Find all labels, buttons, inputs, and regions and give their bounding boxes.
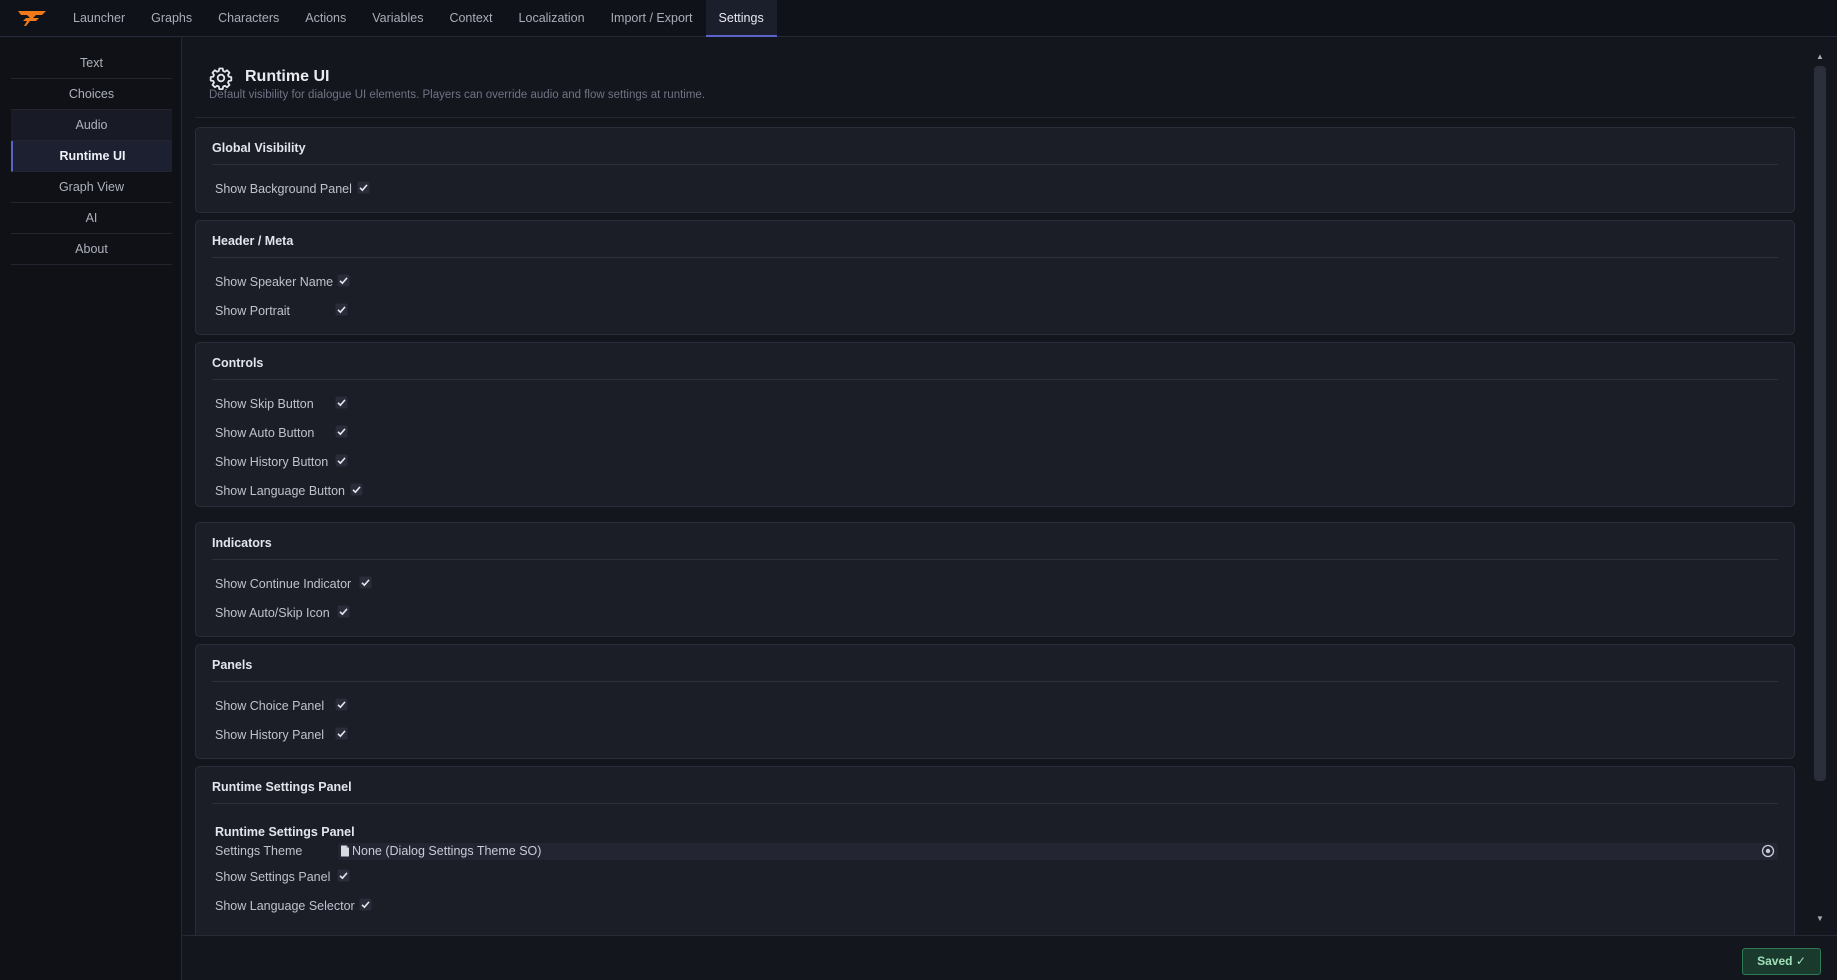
field-label: Show Speaker Name [215,275,334,289]
section-panels: Panels Show Choice Panel Show History Pa… [195,644,1795,759]
section-title: Header / Meta [212,234,294,248]
tab-settings[interactable]: Settings [705,0,777,37]
show-auto-button-checkbox[interactable] [335,425,348,438]
show-portrait-checkbox[interactable] [335,303,348,316]
checkmark-icon: ✓ [1795,954,1806,968]
field-show-language-selector: Show Language Selector [215,897,355,915]
field-show-auto-button: Show Auto Button [215,424,314,442]
field-show-history-button: Show History Button [215,453,328,471]
field-show-continue-indicator: Show Continue Indicator [215,575,351,593]
tab-variables[interactable]: Variables [359,0,436,37]
section-header-meta: Header / Meta Show Speaker Name Show Por… [195,220,1795,335]
field-label: Show Auto Button [215,426,315,440]
sidebar-list: Text Choices Audio Runtime UI Graph View… [11,48,172,265]
field-show-language-button: Show Language Button [215,482,345,500]
field-label: Show Background Panel [215,182,352,196]
app-logo-icon [18,11,46,26]
top-nav-bar: Launcher Graphs Characters Actions Varia… [0,0,1837,37]
section-global-visibility: Global Visibility Show Background Panel [195,127,1795,213]
nav-tabs: Launcher Graphs Characters Actions Varia… [60,0,777,37]
field-label: Show Choice Panel [215,699,325,713]
field-show-speaker-name: Show Speaker Name [215,273,333,291]
tab-characters[interactable]: Characters [205,0,292,37]
scrollbar-thumb[interactable] [1814,66,1826,781]
show-auto-skip-icon-checkbox[interactable] [337,605,350,618]
settings-sidebar: Text Choices Audio Runtime UI Graph View… [0,38,182,980]
show-choice-panel-checkbox[interactable] [335,698,348,711]
field-settings-theme: Settings Theme [215,842,302,860]
field-show-background-panel: Show Background Panel [215,180,352,198]
section-title: Global Visibility [212,141,306,155]
section-divider [212,164,1778,165]
show-skip-button-checkbox[interactable] [335,396,348,409]
show-language-button-checkbox[interactable] [350,483,363,496]
document-icon [341,845,349,857]
settings-theme-value: None (Dialog Settings Theme SO) [352,844,542,858]
section-runtime-settings-panel: Runtime Settings Panel Runtime Settings … [195,766,1795,935]
section-indicators: Indicators Show Continue Indicator Show … [195,522,1795,637]
tab-graphs[interactable]: Graphs [138,0,205,37]
settings-theme-object-field[interactable]: None (Dialog Settings Theme SO) [338,843,1778,860]
field-show-history-panel: Show History Panel [215,726,324,744]
field-label: Show Portrait [215,304,291,318]
section-divider [212,559,1778,560]
field-label: Show History Button [215,455,329,469]
scroll-down-arrow-icon[interactable]: ▼ [1814,914,1826,924]
sidebar-item-audio[interactable]: Audio [11,110,172,141]
field-show-auto-skip-icon: Show Auto/Skip Icon [215,604,330,622]
show-background-panel-checkbox[interactable] [357,181,370,194]
field-show-portrait: Show Portrait [215,302,290,320]
show-language-selector-checkbox[interactable] [359,898,372,911]
section-controls: Controls Show Skip Button Show Auto Butt… [195,342,1795,507]
section-title: Controls [212,356,264,370]
sidebar-item-text[interactable]: Text [11,48,172,79]
field-label: Settings Theme [215,844,303,858]
field-label: Show Skip Button [215,397,314,411]
section-title: Indicators [212,536,272,550]
tab-localization[interactable]: Localization [506,0,598,37]
sidebar-item-choices[interactable]: Choices [11,79,172,110]
section-title: Runtime Settings Panel [212,780,352,794]
tab-launcher[interactable]: Launcher [60,0,138,37]
field-label: Show Settings Panel [215,870,331,884]
header-divider [195,117,1795,118]
show-continue-indicator-checkbox[interactable] [359,576,372,589]
show-history-panel-checkbox[interactable] [335,727,348,740]
show-history-button-checkbox[interactable] [335,454,348,467]
field-label: Show Language Button [215,484,345,498]
page-title: Runtime UI [245,68,330,85]
section-divider [212,803,1778,804]
sidebar-item-ai[interactable]: AI [11,203,172,234]
field-show-choice-panel: Show Choice Panel [215,697,324,715]
field-show-skip-button: Show Skip Button [215,395,314,413]
subsection-title: Runtime Settings Panel [215,825,355,839]
scroll-up-arrow-icon[interactable]: ▲ [1814,52,1826,62]
tab-actions[interactable]: Actions [292,0,359,37]
field-show-settings-panel: Show Settings Panel [215,868,330,886]
tab-context[interactable]: Context [436,0,505,37]
section-title: Panels [212,658,253,672]
sidebar-item-graph-view[interactable]: Graph View [11,172,172,203]
field-label: Show Auto/Skip Icon [215,606,330,620]
object-picker-icon[interactable] [1761,844,1775,858]
tab-import-export[interactable]: Import / Export [598,0,706,37]
field-label: Show Language Selector [215,899,355,913]
saved-label: Saved [1757,954,1793,968]
footer-bar: Saved ✓ [183,935,1837,980]
sidebar-item-runtime-ui[interactable]: Runtime UI [11,141,172,172]
gear-icon [209,67,233,90]
page-description: Default visibility for dialogue UI eleme… [209,89,706,101]
show-settings-panel-checkbox[interactable] [337,869,350,882]
section-divider [212,681,1778,682]
field-label: Show Continue Indicator [215,577,352,591]
field-label: Show History Panel [215,728,325,742]
section-divider [212,257,1778,258]
show-speaker-name-checkbox[interactable] [337,274,350,287]
settings-content: Runtime UI Default visibility for dialog… [183,38,1837,935]
saved-button[interactable]: Saved ✓ [1742,948,1821,975]
sidebar-item-about[interactable]: About [11,234,172,265]
section-divider [212,379,1778,380]
